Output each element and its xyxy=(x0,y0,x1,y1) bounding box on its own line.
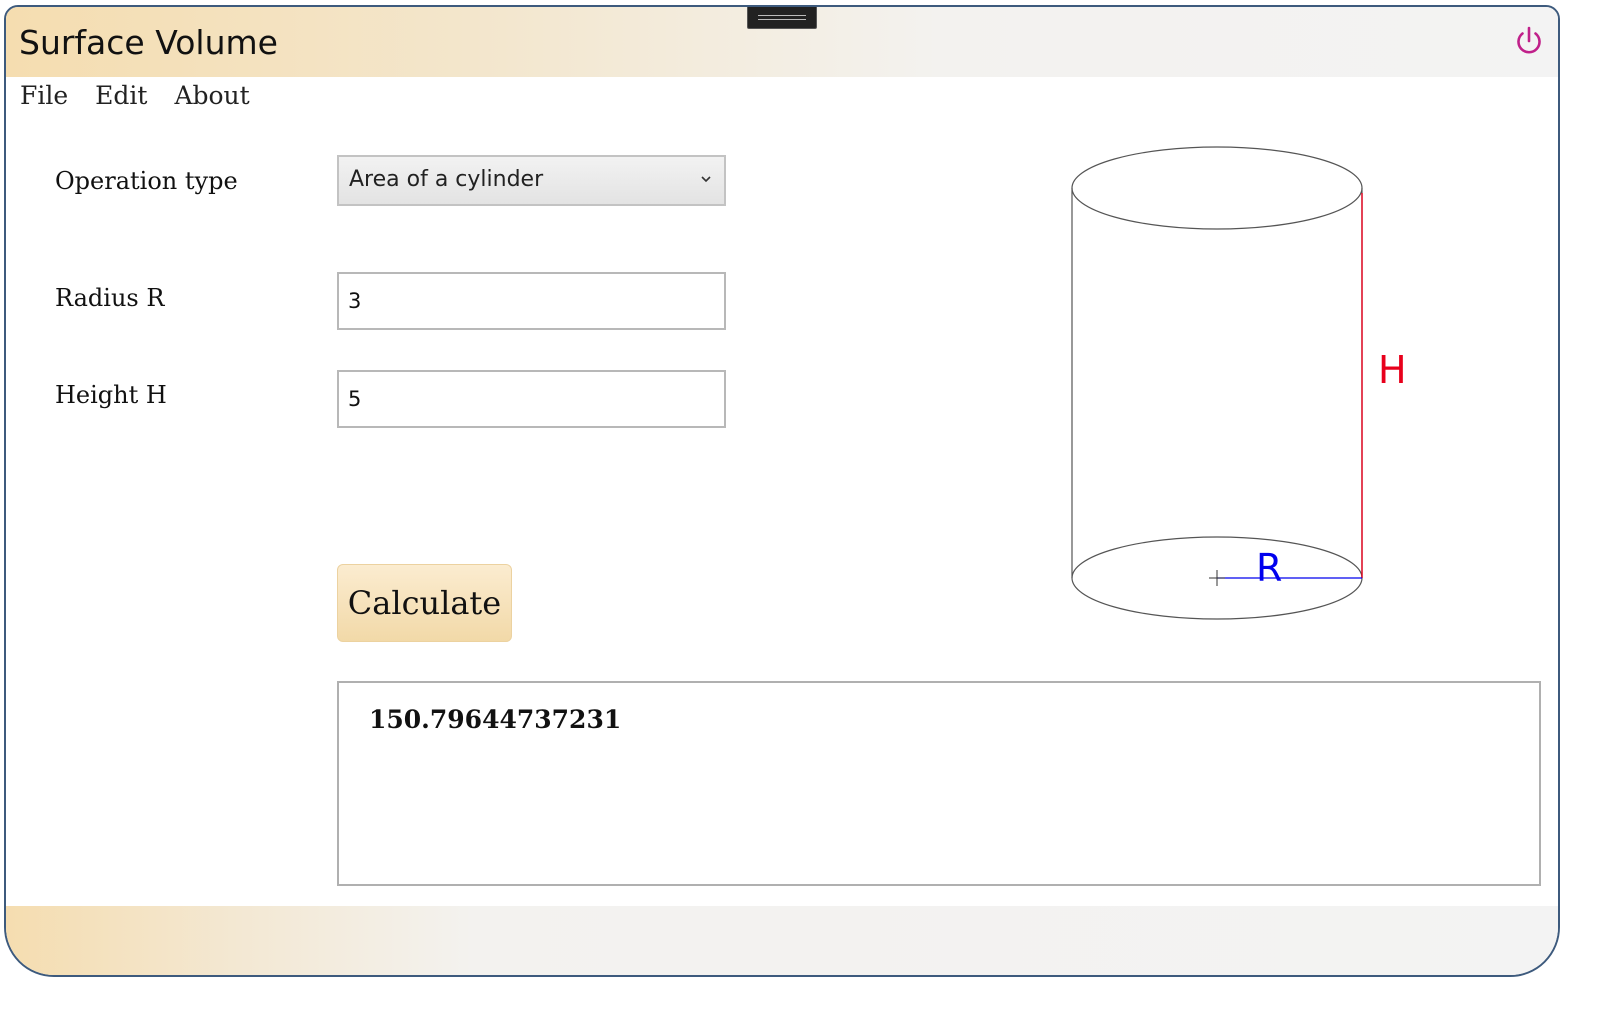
title-bar: Surface Volume xyxy=(6,7,1558,77)
power-icon[interactable] xyxy=(1512,24,1546,58)
operation-type-select[interactable]: Area of a cylinder xyxy=(337,155,726,206)
operation-type-value: Area of a cylinder xyxy=(349,167,544,192)
menu-edit[interactable]: Edit xyxy=(95,81,147,115)
height-label: Height H xyxy=(55,381,167,409)
grip-handle-icon[interactable] xyxy=(747,7,817,29)
app-window: Surface Volume File Edit About Operation… xyxy=(4,5,1560,977)
height-input[interactable] xyxy=(337,370,726,428)
app-footer xyxy=(6,906,1558,975)
radius-symbol: R xyxy=(1256,546,1282,590)
menu-about[interactable]: About xyxy=(174,81,249,115)
cylinder-top-ellipse xyxy=(1071,146,1363,230)
result-output: 150.79644737231 xyxy=(337,681,1541,886)
operation-type-label: Operation type xyxy=(55,167,238,195)
chevron-down-icon xyxy=(701,176,711,183)
height-symbol: H xyxy=(1378,348,1407,392)
calculate-button[interactable]: Calculate xyxy=(337,564,512,642)
menu-file[interactable]: File xyxy=(20,81,68,115)
cylinder-diagram: H R xyxy=(1071,146,1407,620)
menu-bar: File Edit About xyxy=(20,81,250,115)
radius-input[interactable] xyxy=(337,272,726,330)
app-title: Surface Volume xyxy=(19,23,278,62)
radius-label: Radius R xyxy=(55,284,165,312)
result-value: 150.79644737231 xyxy=(369,705,622,734)
